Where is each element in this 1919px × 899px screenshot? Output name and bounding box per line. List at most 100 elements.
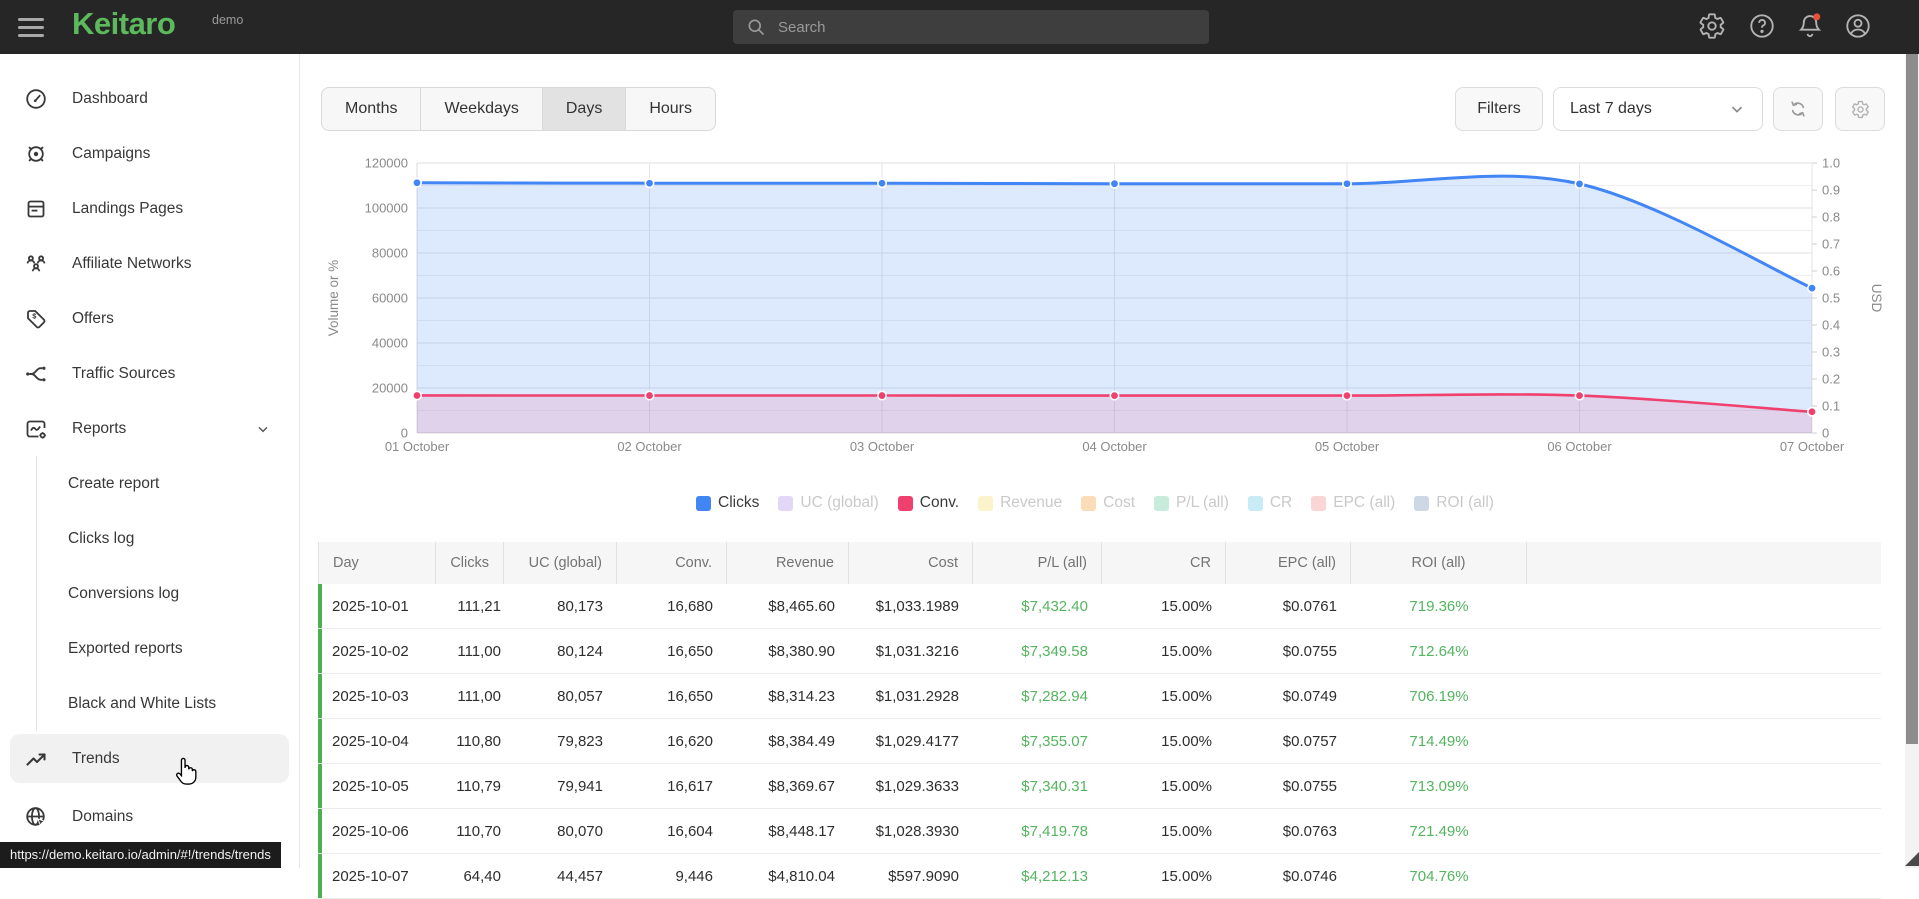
affiliate-networks-icon [26,254,46,271]
tab-days[interactable]: Days [542,87,627,131]
legend-item-p-l-all[interactable]: P/L (all) [1154,494,1229,512]
legend-swatch [978,495,994,511]
sidebar-item-label: Affiliate Networks [72,254,192,272]
tab-hours[interactable]: Hours [626,87,717,131]
table-cell: 2025-10-04 [332,732,409,750]
sidebar-item-trends[interactable]: Trends [10,734,289,783]
sidebar-item-campaigns[interactable]: Campaigns [0,126,299,181]
chevron-down-icon [1731,106,1743,113]
column-header-revenue: Revenue [727,542,849,584]
page-scrollbar[interactable] [1905,54,1919,868]
legend-swatch [897,495,913,511]
legend-item-cost[interactable]: Cost [1081,494,1135,512]
help-icon[interactable] [1748,12,1778,42]
sidebar-item-label: Offers [72,309,114,327]
table-cell: $0.0757 [1282,732,1337,750]
legend-swatch [1311,495,1327,511]
table-cell: 44,457 [557,867,603,885]
table-cell-filler [1527,809,1881,853]
table-cell: 80,124 [557,642,603,660]
sidebar-item-create-report[interactable]: Create report [37,456,299,511]
table-cell: 2025-10-06 [332,822,409,840]
table-cell-filler [1527,764,1881,808]
svg-text:0.9: 0.9 [1822,183,1840,198]
table-cell: 111,00 [457,642,501,660]
legend-swatch [1154,495,1170,511]
scrollbar-thumb[interactable] [1906,54,1918,744]
table-cell: 2025-10-07 [332,867,409,885]
sidebar-item-landings-pages[interactable]: Landings Pages [0,181,299,236]
table-cell: 15.00% [1161,867,1212,885]
table-cell: $8,369.67 [768,777,835,795]
sidebar-item-label: Landings Pages [72,199,184,217]
sidebar-item-traffic-sources[interactable]: Traffic Sources [0,346,299,401]
svg-text:0.6: 0.6 [1822,264,1840,279]
svg-text:02 October: 02 October [617,439,682,454]
table-cell: 80,173 [557,597,603,615]
row-status-stripe [318,584,322,628]
sidebar-item-reports[interactable]: Reports [0,401,299,456]
table-cell: $1,031.3216 [875,642,959,660]
table-cell-filler [1527,674,1881,718]
legend-item-cr[interactable]: CR [1247,494,1293,512]
chevron-down-icon [258,426,268,433]
campaigns-icon [28,145,44,162]
svg-text:60000: 60000 [372,291,408,306]
sidebar-item-exported-reports[interactable]: Exported reports [37,621,299,676]
legend-label: CR [1269,494,1293,511]
table-cell-filler [1527,719,1881,763]
settings-gear-icon[interactable] [1698,12,1728,42]
sidebar-item-affiliate-networks[interactable]: Affiliate Networks [0,236,299,291]
table-cell: 16,620 [667,732,713,750]
svg-text:06 October: 06 October [1547,439,1612,454]
legend-swatch [778,495,794,511]
sidebar-item-offers[interactable]: $ Offers [0,291,299,346]
legend-item-revenue[interactable]: Revenue [978,494,1062,512]
table-cell: 110,80 [456,732,501,750]
legend-item-roi-all[interactable]: ROI (all) [1414,494,1494,512]
table-cell: 64,40 [463,867,501,885]
hamburger-menu-icon[interactable] [18,14,48,40]
legend-label: UC (global) [800,494,879,511]
column-header-p-l-all: P/L (all) [973,542,1102,584]
legend-label: Cost [1103,494,1136,511]
sidebar-item-dashboard[interactable]: Dashboard [0,71,299,126]
svg-text:0.7: 0.7 [1822,237,1840,252]
table-cell: 2025-10-03 [332,687,409,705]
svg-text:03 October: 03 October [850,439,915,454]
landing-pages-icon [27,200,45,217]
sidebar-item-black-and-white-lists[interactable]: Black and White Lists [37,676,299,731]
table-header-row: Day Clicks UC (global) Conv. Revenue Cost P/L … [318,542,1881,584]
table-cell: $4,212.13 [1021,867,1088,885]
column-header-uc-global: UC (global) [504,542,617,584]
sidebar-item-domains[interactable]: Domains [0,789,299,844]
date-range-value: Last 7 days [1570,100,1652,117]
legend-item-clicks[interactable]: Clicks [696,494,759,512]
sidebar-item-label: Dashboard [72,89,148,107]
notifications-bell-icon[interactable] [1796,12,1826,42]
refresh-icon [1791,101,1805,117]
legend-item-uc-global[interactable]: UC (global) [778,494,879,512]
column-header-roi-all: ROI (all) [1351,542,1527,584]
table-cell: $7,340.31 [1021,777,1088,795]
table-cell: 16,650 [667,687,713,705]
table-cell: 719.36% [1409,597,1469,615]
table-cell: 15.00% [1161,822,1212,840]
search-bar[interactable] [733,10,1209,44]
table-cell: $0.0755 [1282,777,1337,795]
legend-item-conv[interactable]: Conv. [897,494,959,512]
table-cell: 2025-10-05 [332,777,409,795]
legend-item-epc-all[interactable]: EPC (all) [1311,494,1395,512]
tab-weekdays[interactable]: Weekdays [421,87,543,131]
table-cell: 9,446 [675,867,713,885]
period-tabs: Months Weekdays Days Hours [321,87,717,131]
user-avatar-icon[interactable] [1844,12,1874,42]
sidebar-item-conversions-log[interactable]: Conversions log [37,566,299,621]
sidebar: Dashboard Campaigns Landings Pages Affil… [0,54,300,868]
column-header-epc-all: EPC (all) [1226,542,1351,584]
sidebar-item-clicks-log[interactable]: Clicks log [37,511,299,566]
svg-text:100000: 100000 [365,201,408,216]
search-input[interactable] [778,18,1158,36]
tab-months[interactable]: Months [321,87,422,131]
table-cell: 16,680 [667,597,713,615]
